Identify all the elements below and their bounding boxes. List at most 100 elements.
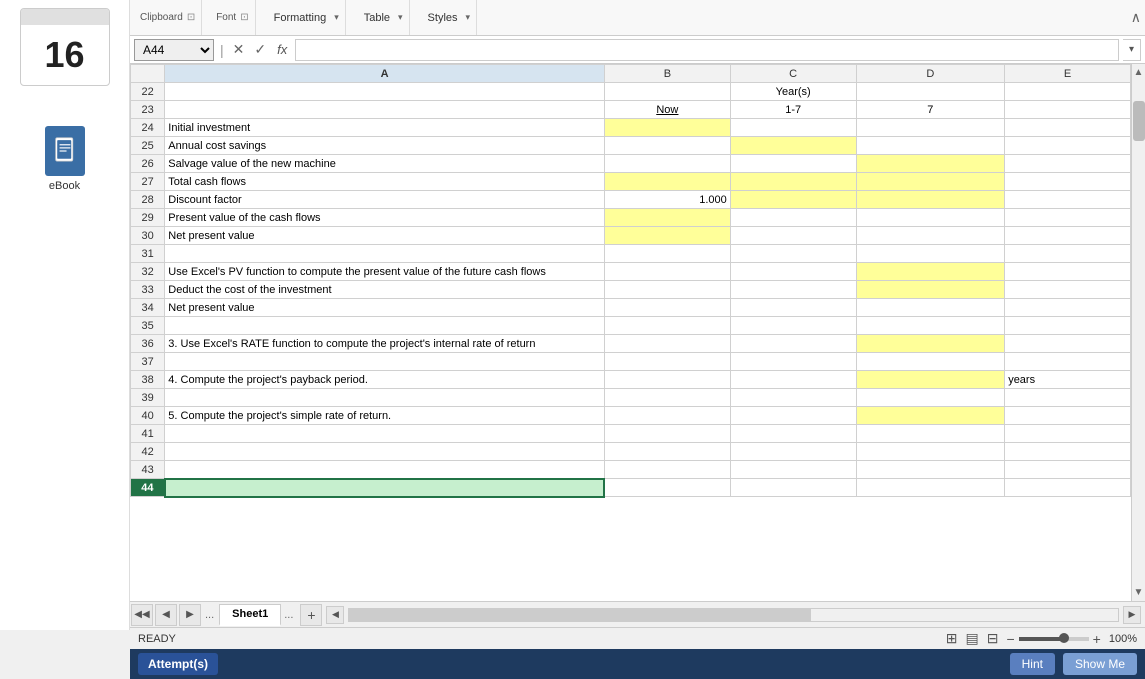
cell-C24[interactable] [730, 119, 856, 137]
grid-view-icon[interactable]: ⊞ [946, 630, 958, 647]
collapse-icon[interactable]: ∧ [1131, 9, 1141, 26]
cell-A37[interactable] [165, 353, 605, 371]
cell-D39[interactable] [856, 389, 1005, 407]
cell-B35[interactable] [604, 317, 730, 335]
cell-A25[interactable]: Annual cost savings [165, 137, 605, 155]
scroll-down-arrow[interactable]: ▼ [1131, 584, 1145, 601]
cell-D30[interactable] [856, 227, 1005, 245]
add-sheet-btn[interactable]: + [300, 604, 322, 626]
cell-D36[interactable] [856, 335, 1005, 353]
cell-C23[interactable]: 1-7 [730, 101, 856, 119]
cell-A42[interactable] [165, 443, 605, 461]
cell-A23[interactable] [165, 101, 605, 119]
cell-C43[interactable] [730, 461, 856, 479]
cell-C22[interactable]: Year(s) [730, 83, 856, 101]
formatting-arrow[interactable]: ▾ [334, 12, 339, 23]
tab-prev-btn[interactable]: ◀ [155, 604, 177, 626]
hscroll-thumb[interactable] [349, 609, 810, 621]
cell-B29[interactable] [604, 209, 730, 227]
cell-A39[interactable] [165, 389, 605, 407]
vertical-scrollbar[interactable]: ▲ ▼ [1131, 64, 1145, 601]
tab-prev-first-btn[interactable]: ◀◀ [131, 604, 153, 626]
cell-B24[interactable] [604, 119, 730, 137]
table-arrow[interactable]: ▾ [398, 12, 403, 23]
cell-B31[interactable] [604, 245, 730, 263]
cell-A43[interactable] [165, 461, 605, 479]
cell-B42[interactable] [604, 443, 730, 461]
zoom-minus-btn[interactable]: − [1006, 631, 1014, 647]
cell-C39[interactable] [730, 389, 856, 407]
cell-D33[interactable] [856, 281, 1005, 299]
cell-D34[interactable] [856, 299, 1005, 317]
cell-C36[interactable] [730, 335, 856, 353]
cell-E24[interactable] [1005, 119, 1131, 137]
cell-E35[interactable] [1005, 317, 1131, 335]
cell-D31[interactable] [856, 245, 1005, 263]
cell-B36[interactable] [604, 335, 730, 353]
cell-B44[interactable] [604, 479, 730, 497]
cell-B39[interactable] [604, 389, 730, 407]
cell-E41[interactable] [1005, 425, 1131, 443]
cell-B40[interactable] [604, 407, 730, 425]
cell-E37[interactable] [1005, 353, 1131, 371]
page-break-icon[interactable]: ⊟ [987, 630, 999, 647]
cell-B23[interactable]: Now [604, 101, 730, 119]
cell-C34[interactable] [730, 299, 856, 317]
formatting-dropdown[interactable]: Formatting [270, 10, 331, 26]
cell-D37[interactable] [856, 353, 1005, 371]
cell-D28[interactable] [856, 191, 1005, 209]
cell-D44[interactable] [856, 479, 1005, 497]
cell-B28[interactable]: 1.000 [604, 191, 730, 209]
cell-reference-box[interactable]: A44 [134, 39, 214, 61]
cell-E34[interactable] [1005, 299, 1131, 317]
cell-C27[interactable] [730, 173, 856, 191]
cell-D40[interactable] [856, 407, 1005, 425]
cell-D22[interactable] [856, 83, 1005, 101]
cell-A34[interactable]: Net present value [165, 299, 605, 317]
zoom-plus-btn[interactable]: + [1093, 631, 1101, 647]
cell-D41[interactable] [856, 425, 1005, 443]
hint-button[interactable]: Hint [1010, 653, 1055, 675]
col-header-B[interactable]: B [604, 65, 730, 83]
cell-E40[interactable] [1005, 407, 1131, 425]
cell-E28[interactable] [1005, 191, 1131, 209]
cell-C29[interactable] [730, 209, 856, 227]
cell-E29[interactable] [1005, 209, 1131, 227]
cell-C26[interactable] [730, 155, 856, 173]
cell-C35[interactable] [730, 317, 856, 335]
cell-A22[interactable] [165, 83, 605, 101]
cell-C33[interactable] [730, 281, 856, 299]
cell-A27[interactable]: Total cash flows [165, 173, 605, 191]
cell-C44[interactable] [730, 479, 856, 497]
cell-C37[interactable] [730, 353, 856, 371]
scroll-thumb[interactable] [1133, 101, 1145, 141]
cell-E26[interactable] [1005, 155, 1131, 173]
zoom-slider-thumb[interactable] [1059, 633, 1069, 643]
cell-C32[interactable] [730, 263, 856, 281]
cell-A31[interactable] [165, 245, 605, 263]
cell-D25[interactable] [856, 137, 1005, 155]
cell-E33[interactable] [1005, 281, 1131, 299]
cell-B30[interactable] [604, 227, 730, 245]
cell-C41[interactable] [730, 425, 856, 443]
ebook-item[interactable]: eBook [45, 126, 85, 192]
cell-B41[interactable] [604, 425, 730, 443]
cell-E39[interactable] [1005, 389, 1131, 407]
cell-E38[interactable]: years [1005, 371, 1131, 389]
cell-A38[interactable]: 4. Compute the project's payback period. [165, 371, 605, 389]
cell-D32[interactable] [856, 263, 1005, 281]
cell-A26[interactable]: Salvage value of the new machine [165, 155, 605, 173]
cell-A29[interactable]: Present value of the cash flows [165, 209, 605, 227]
formatting-group[interactable]: Formatting ▾ [264, 0, 346, 35]
cell-B43[interactable] [604, 461, 730, 479]
cell-B25[interactable] [604, 137, 730, 155]
page-layout-icon[interactable]: ▤ [966, 630, 979, 647]
cell-D27[interactable] [856, 173, 1005, 191]
table-dropdown[interactable]: Table [360, 10, 394, 26]
cell-A35[interactable] [165, 317, 605, 335]
cell-E43[interactable] [1005, 461, 1131, 479]
col-header-D[interactable]: D [856, 65, 1005, 83]
cell-E27[interactable] [1005, 173, 1131, 191]
cell-E31[interactable] [1005, 245, 1131, 263]
cell-D23[interactable]: 7 [856, 101, 1005, 119]
